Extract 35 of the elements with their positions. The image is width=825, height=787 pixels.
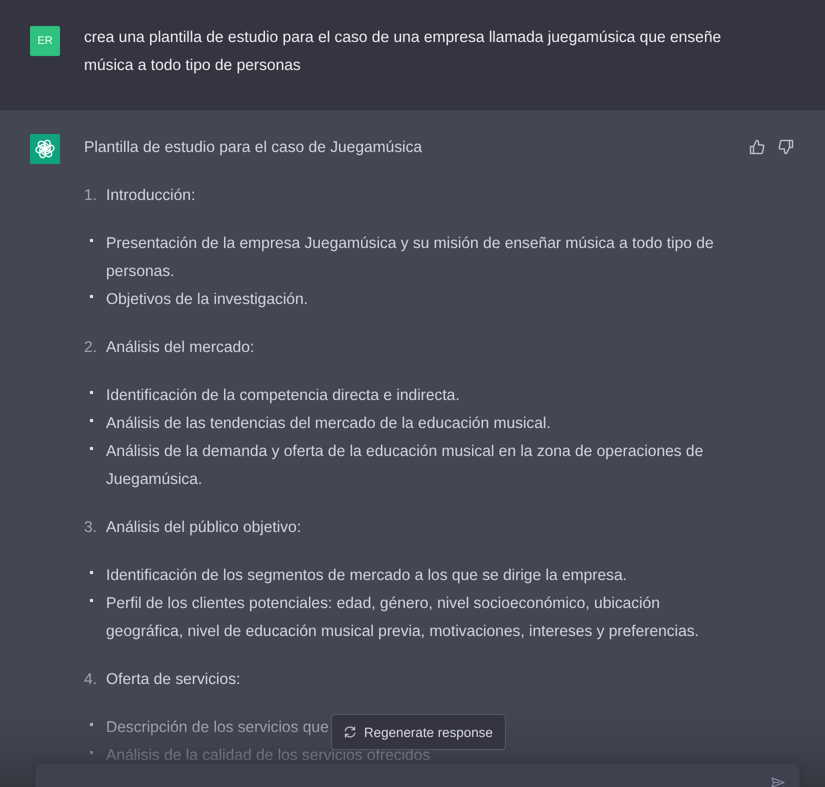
bullet-icon (90, 391, 93, 394)
send-icon[interactable] (771, 777, 785, 787)
bullet-text: Análisis de la demanda y oferta de la educación musical en la zona de operaciones de Juegamúsica. (106, 442, 704, 490)
list-number: 3. (84, 518, 98, 538)
bullet-text: Presentación de la empresa Juegamúsica y su misión de enseñar música a todo tipo de personas. (106, 234, 715, 282)
bullet-text: Identificación de la competencia directa e indirecta. (106, 386, 460, 406)
bullet-text: Perfil de los clientes potenciales: edad, género, nivel socioeconómico, ubicación geográfica, nivel de educación musical previa, motivaciones, intereses y preferencias. (106, 594, 700, 642)
response-title: Plantilla de estudio para el caso de Juegamúsica (84, 138, 422, 158)
section-heading: Análisis del mercado: (106, 338, 254, 358)
bullet-icon (90, 571, 93, 574)
knot-logo-icon (30, 134, 60, 164)
list-number: 2. (84, 338, 98, 358)
bullet-icon (90, 723, 93, 726)
bullet-text: Análisis de las tendencias del mercado de la educación musical. (106, 414, 551, 434)
thumbs-up-icon[interactable] (749, 139, 765, 155)
list-number: 4. (84, 670, 98, 690)
section-heading: Introducción: (106, 186, 196, 206)
bullet-text: Objetivos de la investigación. (106, 290, 308, 310)
message-input[interactable] (35, 763, 800, 787)
bullet-icon (90, 419, 93, 422)
bullet-text: Identificación de los segmentos de mercado a los que se dirige la empresa. (106, 566, 627, 586)
bullet-icon (90, 239, 93, 242)
user-avatar: ER (30, 26, 60, 56)
section-heading: Análisis del público objetivo: (106, 518, 302, 538)
section-heading: Oferta de servicios: (106, 670, 240, 690)
refresh-icon (344, 726, 356, 738)
thumbs-down-icon[interactable] (778, 139, 794, 155)
bullet-icon (90, 447, 93, 450)
bullet-icon (90, 751, 93, 754)
bullet-icon (90, 599, 93, 602)
user-message-text: crea una plantilla de estudio para el caso de una empresa llamada juegamúsica que enseñe música a todo tipo de personas (84, 28, 722, 76)
bullet-icon (90, 295, 93, 298)
bullet-text: Descripción de los servicios que (106, 718, 329, 738)
list-number: 1. (84, 186, 98, 206)
regenerate-response-button[interactable]: Regenerate response (331, 714, 506, 750)
